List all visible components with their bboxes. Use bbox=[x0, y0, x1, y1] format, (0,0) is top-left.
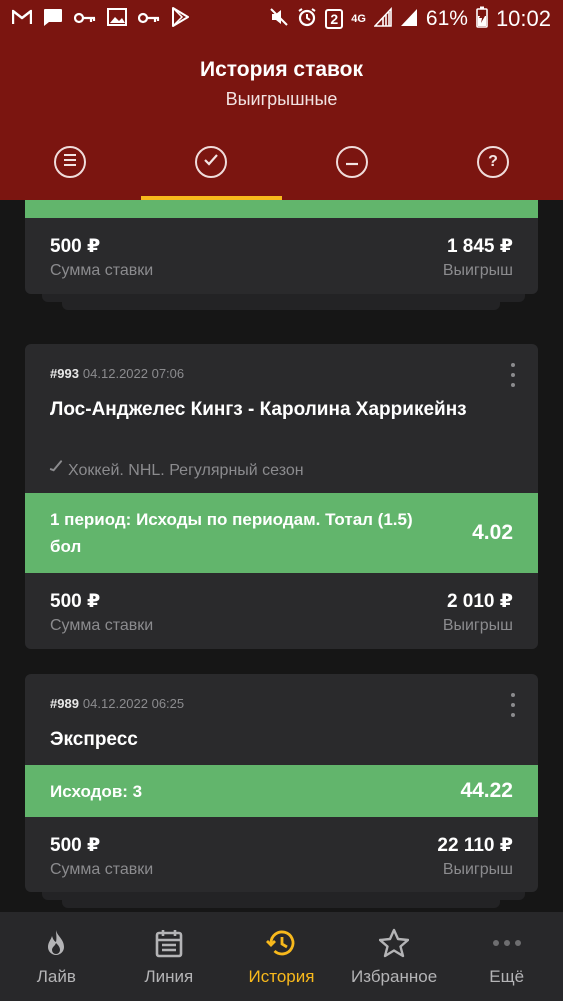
bet-amount: 500 ₽ bbox=[50, 591, 101, 612]
flame-icon bbox=[41, 928, 71, 958]
more-options-button[interactable] bbox=[506, 693, 520, 717]
question-circle-icon: ? bbox=[488, 153, 498, 170]
network-type: 4G bbox=[351, 13, 366, 25]
app-header: История ставок Выигрышные ? bbox=[0, 38, 563, 200]
signal-icon bbox=[373, 6, 392, 31]
bet-id: #989 bbox=[50, 696, 79, 711]
star-icon bbox=[378, 928, 410, 958]
match-title: Экспресс bbox=[50, 729, 138, 750]
sport-info: Хоккей. NHL. Регулярный сезон bbox=[47, 458, 304, 482]
alarm-icon bbox=[297, 7, 317, 31]
clock: 10:02 bbox=[495, 6, 551, 31]
bet-id-row: #989 04.12.2022 06:25 bbox=[50, 696, 184, 711]
odds: 4.02 bbox=[472, 521, 513, 544]
tab-unsettled-bets[interactable]: ? bbox=[477, 146, 509, 178]
key-icon-2 bbox=[137, 9, 160, 29]
key-icon bbox=[73, 9, 96, 29]
notification-count: 2 bbox=[325, 9, 344, 29]
signal-icon-2 bbox=[400, 7, 418, 31]
card-stack-layer bbox=[62, 302, 500, 310]
bet-history-list[interactable]: 500 ₽ Сумма ставки 1 845 ₽ Выигрыш #993 0… bbox=[0, 200, 563, 912]
bet-amount-label: Сумма ставки bbox=[50, 861, 154, 878]
card-stack-layer bbox=[42, 892, 525, 900]
win-amount: 1 845 ₽ bbox=[446, 236, 513, 257]
match-title: Лос-Анджелес Кингз - Каролина Харрикейнз bbox=[50, 399, 467, 420]
sport-league: Хоккей. NHL. Регулярный сезон bbox=[68, 462, 304, 479]
bet-amount: 500 ₽ bbox=[50, 236, 101, 257]
status-bar: 2 4G 61% 10:02 bbox=[0, 0, 563, 38]
market-name: Исходов: 3 bbox=[50, 782, 143, 801]
win-label: Выигрыш bbox=[442, 861, 513, 878]
nav-history[interactable]: История bbox=[225, 912, 338, 1001]
bet-amount-label: Сумма ставки bbox=[50, 617, 154, 634]
mute-icon bbox=[269, 7, 289, 31]
tab-lost-bets[interactable] bbox=[336, 146, 368, 178]
nav-label: Избранное bbox=[351, 967, 438, 986]
odds: 44.22 bbox=[460, 779, 513, 802]
battery-charging-icon bbox=[476, 6, 488, 32]
message-icon bbox=[43, 8, 63, 31]
tab-won-bets[interactable] bbox=[195, 146, 227, 178]
win-amount: 2 010 ₽ bbox=[446, 591, 513, 612]
card-stack-layer bbox=[42, 294, 525, 302]
nav-label: Лайв bbox=[36, 967, 76, 986]
nav-favorites[interactable]: Избранное bbox=[338, 912, 451, 1001]
bet-market-bar: Исходов: 3 44.22 bbox=[25, 765, 538, 817]
nav-live[interactable]: Лайв bbox=[0, 912, 113, 1001]
calendar-icon bbox=[154, 928, 184, 958]
win-label: Выигрыш bbox=[442, 262, 513, 279]
history-icon bbox=[266, 928, 296, 958]
image-icon bbox=[107, 8, 127, 30]
bet-card[interactable]: #989 04.12.2022 06:25 Экспресс Исходов: 3… bbox=[25, 674, 538, 892]
nav-line[interactable]: Линия bbox=[113, 912, 226, 1001]
check-circle-icon bbox=[203, 153, 219, 172]
play-store-icon bbox=[171, 7, 189, 31]
nav-more[interactable]: Ещё bbox=[450, 912, 563, 1001]
bet-card[interactable]: #993 04.12.2022 07:06 Лос-Анджелес Кингз … bbox=[25, 344, 538, 649]
list-icon bbox=[62, 153, 78, 172]
win-amount: 22 110 ₽ bbox=[437, 835, 513, 856]
bet-id: #993 bbox=[50, 366, 79, 381]
bet-date: 04.12.2022 07:06 bbox=[82, 366, 185, 381]
gmail-icon bbox=[11, 9, 33, 29]
bet-card[interactable]: 500 ₽ Сумма ставки 1 845 ₽ Выигрыш bbox=[25, 200, 538, 294]
market-name: 1 период: Исходы по периодам. Тотал (1.5… bbox=[50, 510, 413, 556]
more-options-button[interactable] bbox=[506, 363, 520, 387]
nav-label: Ещё bbox=[489, 967, 525, 986]
tab-all-bets[interactable] bbox=[54, 146, 86, 178]
bet-date: 04.12.2022 06:25 bbox=[82, 696, 185, 711]
page-subtitle: Выигрышные bbox=[225, 89, 338, 109]
bottom-navigation: Лайв Линия История Избранное Ещё bbox=[0, 912, 563, 1001]
notification-icons bbox=[11, 7, 269, 31]
bet-market-bar bbox=[25, 200, 538, 218]
bet-market-bar: 1 период: Исходы по периодам. Тотал (1.5… bbox=[25, 493, 538, 573]
bet-amount: 500 ₽ bbox=[50, 835, 101, 856]
page-title: История ставок bbox=[199, 58, 364, 81]
win-label: Выигрыш bbox=[442, 617, 513, 634]
more-dots-icon bbox=[492, 928, 522, 958]
minus-circle-icon bbox=[344, 153, 360, 171]
card-stack-layer bbox=[62, 900, 500, 908]
system-icons: 2 4G 61% 10:02 bbox=[269, 6, 551, 32]
nav-label: Линия bbox=[144, 967, 194, 986]
bet-amount-label: Сумма ставки bbox=[50, 262, 154, 279]
bet-id-row: #993 04.12.2022 07:06 bbox=[50, 366, 184, 381]
nav-label: История bbox=[248, 967, 315, 986]
battery-percent: 61% bbox=[425, 7, 468, 30]
hockey-stick-icon bbox=[47, 458, 65, 482]
